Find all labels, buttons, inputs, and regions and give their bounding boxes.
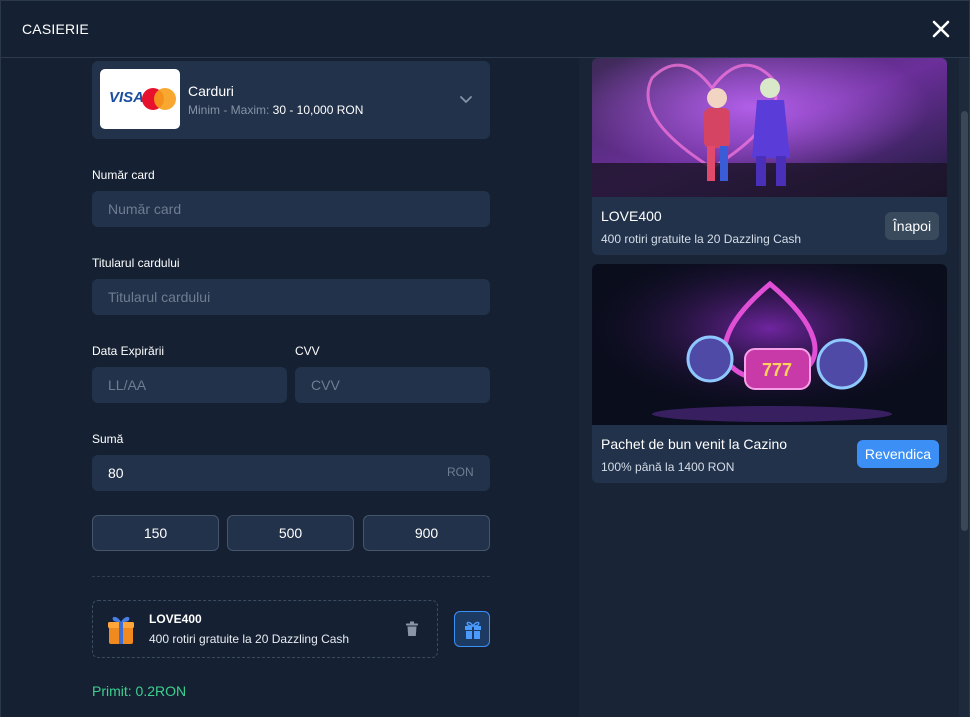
chevron-down-icon	[458, 91, 474, 107]
payment-method-limits: Minim - Maxim: 30 - 10,000 RON	[188, 103, 363, 117]
applied-bonus-code: LOVE400	[149, 612, 202, 626]
cvv-label: CVV	[295, 344, 320, 358]
promo-card: LOVE400 400 rotiri gratuite la 20 Dazzli…	[592, 58, 947, 255]
card-number-input[interactable]	[92, 191, 490, 227]
svg-text:777: 777	[762, 360, 792, 380]
card-holder-label: Titularul cardului	[92, 256, 180, 270]
modal-title: CASIERIE	[22, 21, 89, 37]
modal-header: CASIERIE	[1, 1, 969, 58]
amount-currency: RON	[447, 465, 474, 479]
promo-description: 100% până la 1400 RON	[601, 460, 735, 474]
quick-amount-button[interactable]: 500	[227, 515, 354, 551]
close-icon[interactable]	[929, 17, 953, 41]
promo-card: 777 Pachet de bun venit la Cazino 100% p…	[592, 264, 947, 483]
limits-label: Minim - Maxim:	[188, 103, 270, 117]
applied-bonus: LOVE400 400 rotiri gratuite la 20 Dazzli…	[92, 600, 438, 658]
amount-label: Sumă	[92, 432, 124, 446]
quick-amount-button[interactable]: 900	[363, 515, 490, 551]
promo-banner-image	[592, 58, 947, 197]
gift-icon	[465, 621, 481, 639]
received-amount: Primit: 0.2RON	[92, 683, 187, 699]
back-button[interactable]: Înapoi	[885, 212, 939, 240]
amount-input[interactable]	[92, 455, 490, 491]
applied-bonus-description: 400 rotiri gratuite la 20 Dazzling Cash	[149, 632, 350, 646]
claim-button[interactable]: Revendica	[857, 440, 939, 468]
mastercard-logo-right	[154, 88, 176, 110]
visa-logo: VISA	[109, 89, 145, 106]
divider	[92, 576, 490, 577]
gift-box-icon	[107, 613, 135, 645]
cvv-input[interactable]	[295, 367, 490, 403]
card-holder-input[interactable]	[92, 279, 490, 315]
expiry-label: Data Expirării	[92, 344, 165, 358]
quick-amount-button[interactable]: 150	[92, 515, 219, 551]
payment-method-select[interactable]: VISA Carduri Minim - Maxim: 30 - 10,000 …	[92, 61, 490, 139]
promo-title: Pachet de bun venit la Cazino	[601, 436, 788, 452]
limits-value: 30 - 10,000 RON	[272, 103, 364, 117]
card-number-label: Număr card	[92, 168, 155, 182]
promo-description: 400 rotiri gratuite la 20 Dazzling Cash	[601, 232, 802, 246]
payment-method-name: Carduri	[188, 83, 234, 99]
card-brand-logo: VISA	[100, 69, 180, 129]
cashier-modal: CASIERIE VISA Carduri Minim - Maxim: 30 …	[0, 0, 970, 717]
trash-icon[interactable]	[403, 620, 421, 638]
scrollbar-thumb[interactable]	[961, 111, 968, 531]
promo-banner-image: 777	[592, 264, 947, 425]
bonus-gift-button[interactable]	[454, 611, 490, 647]
promo-title: LOVE400	[601, 208, 662, 224]
expiry-input[interactable]	[92, 367, 287, 403]
